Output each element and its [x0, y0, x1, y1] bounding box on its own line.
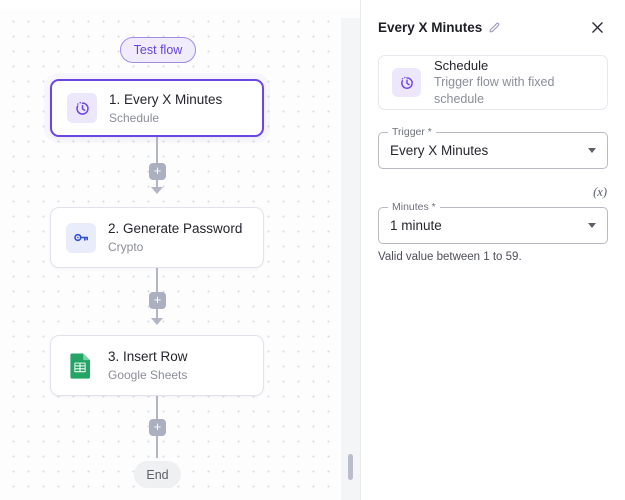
node-subtitle: Crypto: [108, 240, 144, 254]
panel-header: Every X Minutes: [378, 0, 608, 51]
insert-variable-icon[interactable]: (x): [593, 185, 607, 200]
trigger-info-card: Schedule Trigger flow with fixed schedul…: [378, 55, 608, 110]
node-text-block: 3. Insert Row Google Sheets: [108, 348, 188, 383]
flow-node-insert-row[interactable]: 3. Insert Row Google Sheets: [50, 335, 264, 396]
flow-builder-app: Test flow 1. Every X Minutes Schedule + …: [0, 0, 625, 500]
node-text-block: 2. Generate Password Crypto: [108, 220, 242, 255]
minutes-field-label: Minutes *: [388, 201, 440, 213]
end-label: End: [146, 467, 169, 482]
info-card-text: Schedule Trigger flow with fixed schedul…: [434, 57, 607, 108]
test-flow-label: Test flow: [133, 43, 183, 57]
canvas-scrollbar-track[interactable]: [341, 18, 360, 500]
pencil-icon[interactable]: [488, 21, 501, 34]
page-title: Every X Minutes: [378, 20, 483, 35]
chevron-down-icon[interactable]: [588, 148, 596, 153]
add-step-button-1[interactable]: +: [149, 163, 166, 180]
google-sheets-icon: [66, 351, 96, 381]
info-card-subtitle: Trigger flow with fixed schedule: [434, 75, 555, 106]
info-card-title: Schedule: [434, 58, 489, 73]
node-title: 3. Insert Row: [108, 349, 188, 364]
trigger-field: Trigger * Every X Minutes: [378, 126, 608, 169]
canvas-scrollbar-thumb[interactable]: [348, 454, 353, 480]
trigger-select-value: Every X Minutes: [390, 143, 489, 158]
flow-canvas-panel: Test flow 1. Every X Minutes Schedule + …: [0, 0, 360, 500]
node-subtitle: Schedule: [109, 110, 160, 125]
minutes-select[interactable]: Minutes * 1 minute: [378, 201, 608, 244]
trigger-field-label: Trigger *: [388, 126, 436, 138]
node-title: 2. Generate Password: [108, 221, 243, 236]
key-icon: [66, 222, 96, 253]
add-step-button-3[interactable]: +: [149, 419, 166, 436]
trigger-select[interactable]: Trigger * Every X Minutes: [378, 126, 608, 169]
minutes-field: (x) Minutes * 1 minute Valid value betwe…: [378, 185, 608, 263]
chevron-down-icon[interactable]: [588, 223, 596, 228]
node-text-block: 1. Every X Minutes Schedule: [109, 91, 222, 126]
clock-schedule-icon: [67, 93, 97, 123]
node-settings-panel: Every X Minutes Schedule Trigger flow wi…: [360, 0, 625, 500]
node-title: 1. Every X Minutes: [109, 91, 223, 107]
minutes-select-value: 1 minute: [390, 218, 442, 233]
add-step-button-2[interactable]: +: [149, 292, 166, 309]
flow-canvas[interactable]: Test flow 1. Every X Minutes Schedule + …: [0, 9, 360, 500]
clock-schedule-icon: [392, 68, 421, 97]
test-flow-button[interactable]: Test flow: [120, 37, 196, 63]
node-subtitle: Google Sheets: [108, 368, 188, 382]
close-icon[interactable]: [586, 17, 608, 39]
flow-node-generate-password[interactable]: 2. Generate Password Crypto: [50, 207, 264, 268]
minutes-helper-text: Valid value between 1 to 59.: [378, 251, 522, 263]
connector-arrow-2: [151, 318, 163, 325]
connector-arrow-1: [151, 187, 163, 194]
end-node[interactable]: End: [134, 461, 181, 488]
flow-node-every-x-minutes[interactable]: 1. Every X Minutes Schedule: [50, 79, 264, 137]
